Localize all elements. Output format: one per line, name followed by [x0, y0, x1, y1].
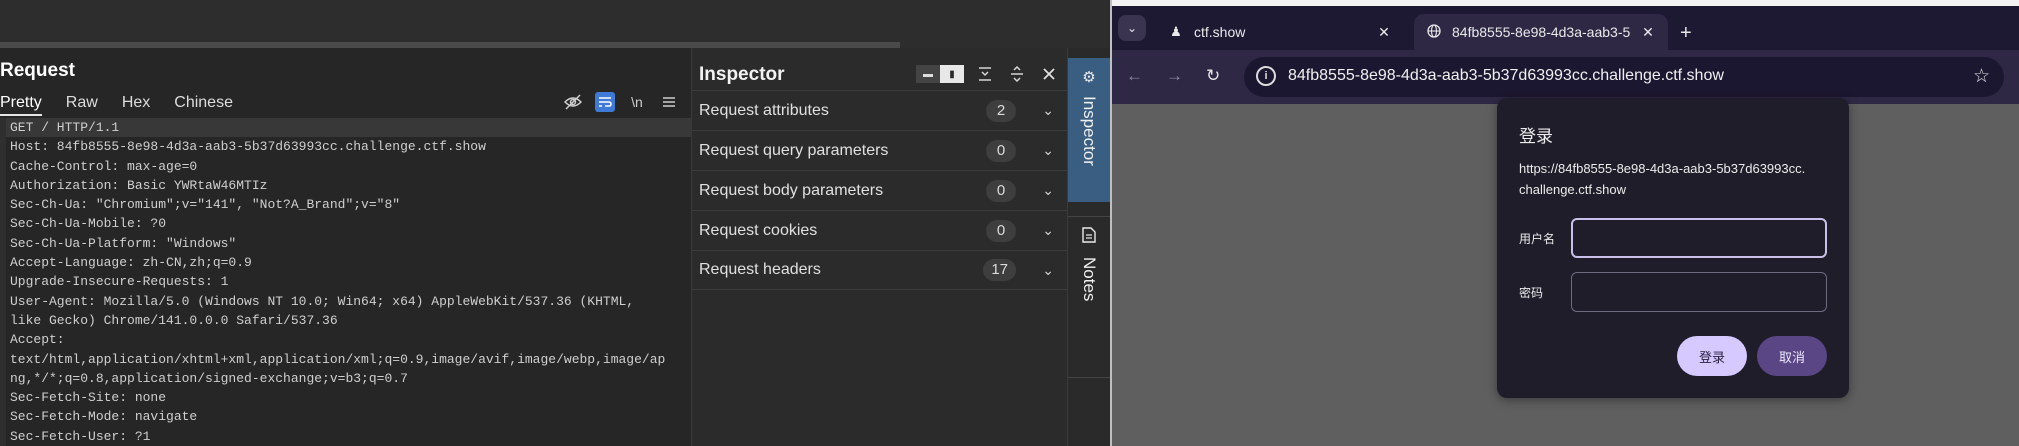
request-line: Sec-Fetch-Site: none [10, 390, 167, 406]
new-tab-plus-icon[interactable]: + [1680, 22, 1692, 45]
tab-chinese[interactable]: Chinese [174, 90, 233, 116]
request-editor[interactable]: GET / HTTP/1.1 Host: 84fb8555-8e98-4d3a-… [0, 118, 692, 446]
inspector-row-cookies[interactable]: Request cookies 0 ⌄ [692, 210, 1068, 250]
request-view-tabs: Pretty Raw Hex Chinese [0, 90, 257, 116]
username-label: 用户名 [1519, 232, 1556, 246]
tab-search-icon[interactable]: ⌄ [1118, 15, 1146, 41]
password-field[interactable] [1571, 272, 1827, 312]
request-line: Accept-Language: zh-CN,zh;q=0.9 [10, 255, 252, 271]
row-label: Request query parameters [699, 141, 889, 159]
count-badge: 0 [986, 139, 1016, 162]
request-title: Request [0, 60, 75, 81]
request-line: Accept: [10, 332, 65, 348]
wrap-lines-icon[interactable] [595, 92, 615, 112]
burp-top-bar [0, 0, 1110, 48]
row-label: Request body parameters [699, 181, 884, 199]
dialog-title: 登录 [1519, 127, 1553, 146]
inspector-title: Inspector [699, 64, 785, 85]
password-label: 密码 [1519, 286, 1544, 300]
bookmark-star-icon[interactable]: ☆ [1973, 65, 1990, 88]
close-tab-icon[interactable]: ✕ [1374, 24, 1394, 41]
request-line: Sec-Ch-Ua-Platform: "Windows" [10, 235, 237, 251]
request-line: Sec-Fetch-Mode: navigate [10, 409, 198, 425]
address-bar[interactable]: i 84fb8555-8e98-4d3a-aab3-5b37d63993cc.c… [1244, 57, 2004, 97]
close-icon[interactable] [1038, 64, 1060, 84]
close-tab-icon[interactable]: ✕ [1638, 24, 1658, 41]
inspector-row-headers[interactable]: Request headers 17 ⌄ [692, 250, 1068, 290]
chevron-down-icon[interactable]: ⌄ [1042, 262, 1054, 279]
request-line: Cache-Control: max-age=0 [10, 158, 198, 174]
hide-eye-icon[interactable] [563, 92, 583, 112]
browser-tab-ctfshow[interactable]: ♟ ctf.show ✕ [1156, 14, 1404, 50]
tab-strip: ⌄ ♟ ctf.show ✕ 84fb8555-8e98-4d3a-aab3-5… [1112, 6, 2019, 50]
count-badge: 0 [986, 219, 1016, 242]
tab-title: 84fb8555-8e98-4d3a-aab3-5 [1452, 24, 1631, 40]
chevron-down-icon[interactable]: ⌄ [1042, 182, 1054, 199]
tab-title: ctf.show [1194, 24, 1246, 40]
request-line: GET / HTTP/1.1 [0, 118, 692, 138]
side-tabs: ⚙ Inspector Notes [1068, 48, 1110, 446]
request-line: User-Agent: Mozilla/5.0 (Windows NT 10.0… [10, 293, 635, 309]
side-tab-notes[interactable]: Notes [1068, 216, 1110, 378]
ctfshow-favicon-icon: ♟ [1170, 24, 1182, 39]
inspector-panel: Inspector ▬ ▮ Request attributes 2 ⌄ Req… [692, 48, 1068, 446]
back-arrow-icon[interactable]: ← [1126, 66, 1143, 86]
row-label: Request cookies [699, 221, 818, 239]
inspector-row-request-attributes[interactable]: Request attributes 2 ⌄ [692, 90, 1068, 130]
request-line: Sec-Ch-Ua: "Chromium";v="141", "Not?A_Br… [10, 197, 401, 213]
request-line: like Gecko) Chrome/141.0.0.0 Safari/537.… [10, 312, 338, 328]
browser-window: ⌄ ♟ ctf.show ✕ 84fb8555-8e98-4d3a-aab3-5… [1112, 0, 2019, 446]
expand-all-icon[interactable] [1006, 64, 1028, 84]
layout-horizontal-icon[interactable]: ▬ [916, 65, 940, 83]
request-line: ng,*/*;q=0.8,application/signed-exchange… [10, 370, 408, 386]
request-line: Upgrade-Insecure-Requests: 1 [10, 274, 229, 290]
layout-vertical-icon[interactable]: ▮ [940, 65, 964, 83]
username-field[interactable] [1571, 218, 1827, 258]
chevron-down-icon[interactable]: ⌄ [1042, 222, 1054, 239]
layout-toggle[interactable]: ▬ ▮ [916, 65, 964, 83]
chevron-down-icon[interactable]: ⌄ [1042, 102, 1054, 119]
request-toolbar: \n [563, 92, 679, 112]
request-line: Sec-Ch-Ua-Mobile: ?0 [10, 216, 167, 232]
inspector-row-query-parameters[interactable]: Request query parameters 0 ⌄ [692, 130, 1068, 170]
globe-icon [1426, 23, 1442, 41]
line-gutter [0, 118, 6, 446]
login-button[interactable]: 登录 [1677, 336, 1747, 376]
reload-icon[interactable]: ↻ [1206, 66, 1220, 86]
row-label: Request headers [699, 261, 821, 278]
request-line: Host: 84fb8555-8e98-4d3a-aab3-5b37d63993… [10, 139, 486, 155]
inspector-icon: ⚙ [1082, 69, 1096, 86]
notes-icon [1082, 227, 1096, 247]
row-label: Request attributes [699, 101, 829, 119]
url-text[interactable]: 84fb8555-8e98-4d3a-aab3-5b37d63993cc.cha… [1288, 67, 1724, 85]
site-info-icon[interactable]: i [1256, 66, 1276, 86]
tab-hex[interactable]: Hex [122, 90, 150, 116]
request-line: Sec-Fetch-User: ?1 [10, 428, 151, 444]
request-pane: Request Pretty Raw Hex Chinese \n GET / … [0, 48, 692, 446]
request-line: Authorization: Basic YWRtaW46MTIz [10, 177, 268, 193]
inspector-controls: ▬ ▮ [916, 64, 1060, 84]
collapse-all-icon[interactable] [974, 64, 996, 84]
tab-pretty[interactable]: Pretty [0, 90, 42, 116]
tab-raw[interactable]: Raw [66, 90, 98, 116]
count-badge: 0 [986, 179, 1016, 202]
request-line: text/html,application/xhtml+xml,applicat… [10, 351, 666, 367]
cancel-button[interactable]: 取消 [1757, 336, 1827, 376]
chevron-down-icon[interactable]: ⌄ [1042, 142, 1054, 159]
dialog-url: https://84fb8555-8e98-4d3a-aab3-5b37d639… [1519, 161, 1806, 197]
side-tab-inspector[interactable]: ⚙ Inspector [1068, 58, 1110, 202]
menu-icon[interactable] [659, 92, 679, 112]
inspector-row-body-parameters[interactable]: Request body parameters 0 ⌄ [692, 170, 1068, 210]
forward-arrow-icon[interactable]: → [1166, 66, 1183, 86]
side-tab-label: Inspector [1080, 96, 1099, 166]
count-badge: 2 [986, 99, 1016, 122]
browser-toolbar: ← → ↻ i 84fb8555-8e98-4d3a-aab3-5b37d639… [1112, 50, 2019, 104]
side-tab-label: Notes [1080, 257, 1099, 302]
count-badge: 17 [983, 259, 1016, 281]
browser-tab-challenge[interactable]: 84fb8555-8e98-4d3a-aab3-5 ✕ [1414, 14, 1668, 50]
login-dialog: 登录 https://84fb8555-8e98-4d3a-aab3-5b37d… [1497, 98, 1849, 398]
newline-toggle[interactable]: \n [627, 92, 647, 112]
